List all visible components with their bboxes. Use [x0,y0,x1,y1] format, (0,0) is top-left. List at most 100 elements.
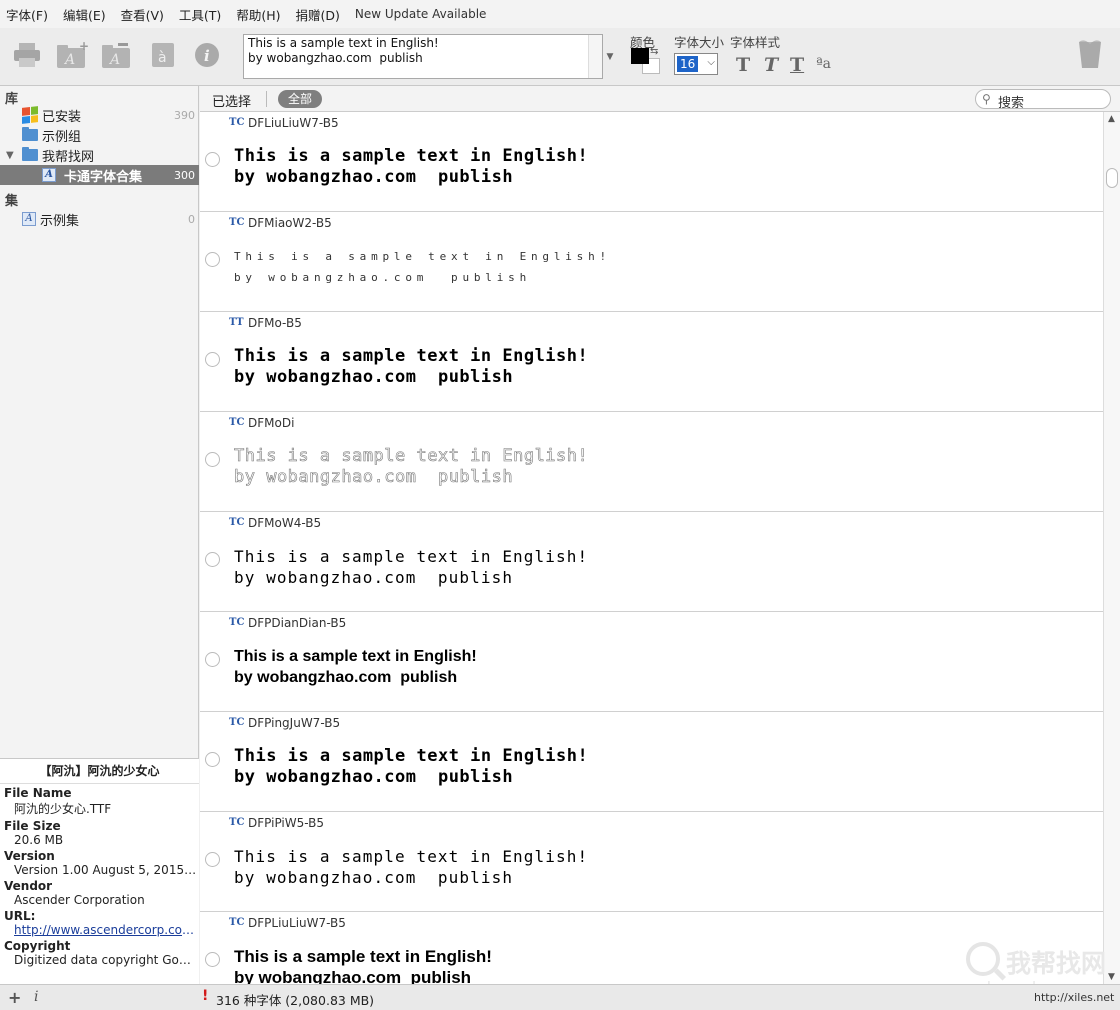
font-row[interactable]: TC DFPiPiW5-B5 This is a sample text in … [200,812,1103,912]
sidebar-item-installed[interactable]: 已安装 390 [0,105,199,125]
preview-line1: This is a sample text in English! [234,648,477,665]
preview-line2: by wobangzhao.com publish [234,167,514,187]
sample-text-input[interactable]: This is a sample text in English! by wob… [243,34,603,79]
sidebar-item-wobangzhao[interactable]: ▼ 我帮找网 [0,145,199,165]
preview-line2: by wobangzhao.com publish [234,467,514,488]
italic-style-button[interactable]: T [764,54,778,76]
site-url[interactable]: http://xiles.net [1034,991,1114,1004]
add-font-icon: A + [57,40,89,68]
scroll-thumb[interactable] [1106,168,1118,188]
remove-font-icon: A [102,43,130,68]
sidebar-item-label: 已安装 [42,109,82,125]
add-set-button[interactable]: + [8,988,21,1007]
file-size-label: File Size [4,819,61,833]
font-select-radio[interactable] [205,452,220,467]
font-activate-button[interactable]: à [146,38,180,72]
sample-text-dropdown-button[interactable]: ▼ [604,34,616,79]
menu-tools[interactable]: 工具(T) [179,5,221,24]
file-name-value: 阿氿的少女心.TTF [14,802,112,816]
selected-filter-tab[interactable]: 已选择 [212,91,251,110]
trash-button[interactable] [1076,38,1104,73]
folder-icon [22,127,38,141]
vendor-url-link[interactable]: http://www.ascendercorp.com/ [14,923,197,937]
printer-icon [14,43,40,67]
search-input[interactable]: ⚲ 搜索 [975,89,1111,111]
font-type-icon: TC [229,417,245,428]
folder-icon [22,147,38,161]
swap-colors-icon[interactable]: ⇆ [650,46,658,57]
font-select-radio[interactable] [205,352,220,367]
svg-text:A: A [108,52,120,68]
bold-style-button[interactable]: T [736,54,750,76]
list-scrollbar[interactable]: ▲ ▼ [1103,112,1120,984]
font-info-title: 【阿氿】阿氿的少女心 [0,762,199,784]
all-filter-tab[interactable]: 全部 [278,90,323,108]
preview-line2: by wobangzhao.com publish [234,271,531,284]
font-name: DFPDianDian-B5 [248,616,347,630]
sample-text-scrollbar[interactable] [588,35,602,78]
font-list[interactable]: TC DFLiuLiuW7-B5 This is a sample text i… [200,112,1103,984]
font-type-icon: TC [229,117,245,128]
font-preview: This is a sample text in English! by woba… [234,346,588,388]
print-button[interactable] [10,38,44,72]
menu-edit[interactable]: 编辑(E) [63,5,106,24]
font-name: DFMo-B5 [248,316,302,330]
font-type-icon: TC [229,217,245,228]
font-size-select[interactable]: 16 ⌵ [674,53,718,75]
font-row[interactable]: TC DFPDianDian-B5 This is a sample text … [200,612,1103,712]
font-type-icon: TC [229,717,245,728]
copyright-label: Copyright [4,939,71,953]
font-row[interactable]: TT DFMo-B5 This is a sample text in Engl… [200,312,1103,412]
warning-icon[interactable]: ! [202,988,208,1004]
font-select-radio[interactable] [205,652,220,667]
watermark-cn-text: 我帮找网 [1006,949,1107,978]
font-select-radio[interactable] [205,152,220,167]
font-select-radio[interactable] [205,752,220,767]
preview-line1: This is a sample text in English! [234,446,589,467]
font-info-button[interactable]: i [190,38,224,72]
update-notice-link[interactable]: New Update Available [355,7,487,21]
menu-font[interactable]: 字体(F) [6,5,48,24]
font-row[interactable]: TC DFPingJuW7-B5 This is a sample text i… [200,712,1103,812]
menu-help[interactable]: 帮助(H) [236,5,280,24]
font-row[interactable]: TC DFMoW4-B5 This is a sample text in En… [200,512,1103,612]
font-row[interactable]: TC DFMiaoW2-B5 This is a sample text in … [200,212,1103,312]
sidebar-item-label: 示例组 [42,129,82,145]
svg-text:A: A [63,52,75,68]
font-name: DFPLiuLiuW7-B5 [248,916,346,930]
underline-style-button[interactable]: T [790,54,804,76]
toolbar: A + A à i This is a sample text in Engli… [0,28,1120,86]
disclosure-triangle-icon[interactable]: ▼ [6,150,22,161]
font-preview: This is a sample text in English! by woba… [234,246,611,288]
case-style-button[interactable]: ªa [816,56,831,72]
foreground-color-swatch[interactable] [631,48,649,64]
sidebar-item-label: 示例集 [40,213,80,229]
sets-header: 集 [5,194,19,209]
sidebar-item-example-set[interactable]: A 示例集 0 [0,209,199,229]
chevron-down-icon: ⌵ [707,57,715,68]
version-label: Version [4,849,55,863]
font-count-status: 316 种字体 (2,080.83 MB) [216,993,375,1008]
preview-line2: by wobangzhao.com publish [234,968,472,984]
font-select-radio[interactable] [205,252,220,267]
font-select-radio[interactable] [205,552,220,567]
preview-line1: This is a sample text in English! [234,146,589,166]
font-select-radio[interactable] [205,952,220,967]
font-row[interactable]: TC DFLiuLiuW7-B5 This is a sample text i… [200,112,1103,212]
font-type-icon: TC [229,517,245,528]
svg-text:à: à [158,50,167,66]
info-toggle-button[interactable]: i [34,989,38,1005]
font-row[interactable]: TC DFMoDi This is a sample text in Engli… [200,412,1103,512]
remove-font-button[interactable]: A [100,38,134,72]
copyright-value: Digitized data copyright Google ... [14,953,197,967]
font-preview: This is a sample text in English! by woba… [234,146,588,188]
add-font-button[interactable]: A + [55,38,89,72]
sidebar-item-cartoon-fonts[interactable]: A 卡通字体合集 300 [0,165,199,185]
preview-line1: This is a sample text in English! [234,847,589,866]
font-type-icon: TC [229,917,245,928]
menu-donate[interactable]: 捐赠(D) [295,5,339,24]
sidebar-item-example-group[interactable]: 示例组 [0,125,199,145]
scroll-up-icon[interactable]: ▲ [1108,114,1115,124]
font-select-radio[interactable] [205,852,220,867]
menu-view[interactable]: 查看(V) [121,5,164,24]
